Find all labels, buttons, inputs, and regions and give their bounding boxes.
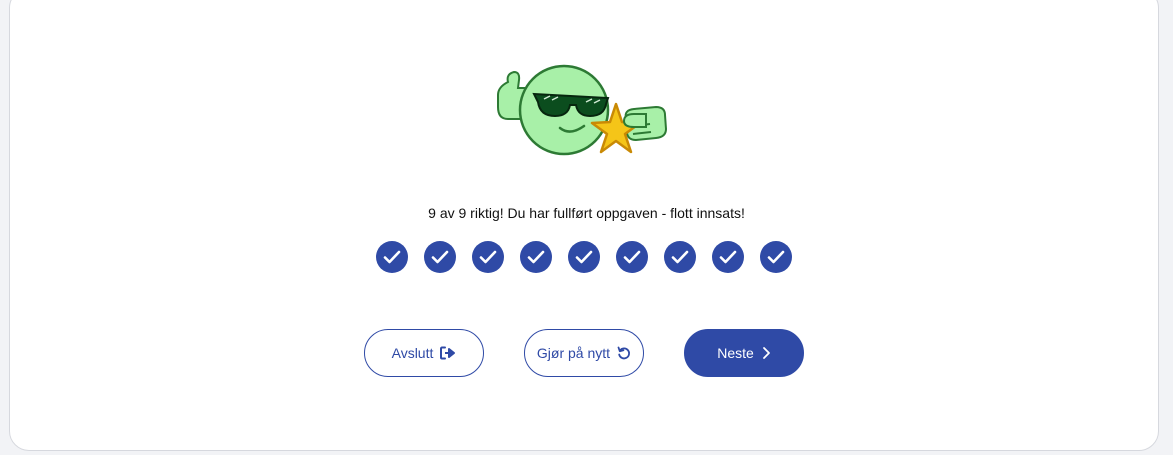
exit-icon bbox=[440, 346, 456, 360]
checkmark-icon bbox=[383, 250, 401, 264]
check-circle bbox=[472, 241, 504, 273]
check-circle bbox=[376, 241, 408, 273]
checkmark-icon bbox=[431, 250, 449, 264]
result-message: 9 av 9 riktig! Du har fullført oppgaven … bbox=[428, 205, 745, 221]
next-button[interactable]: Neste bbox=[684, 329, 804, 377]
check-circle bbox=[760, 241, 792, 273]
checkmark-icon bbox=[479, 250, 497, 264]
check-circle bbox=[664, 241, 696, 273]
checkmark-icon bbox=[719, 250, 737, 264]
check-circle bbox=[520, 241, 552, 273]
checkmark-icon bbox=[623, 250, 641, 264]
quit-button[interactable]: Avslutt bbox=[364, 329, 484, 377]
next-button-label: Neste bbox=[717, 345, 754, 361]
check-circle bbox=[424, 241, 456, 273]
checkmark-icon bbox=[575, 250, 593, 264]
check-circle bbox=[712, 241, 744, 273]
mascot-icon bbox=[497, 64, 668, 156]
retry-button-label: Gjør på nytt bbox=[536, 345, 611, 361]
checkmark-icon bbox=[767, 250, 785, 264]
progress-checks bbox=[376, 241, 792, 273]
check-circle bbox=[568, 241, 600, 273]
checkmark-icon bbox=[671, 250, 689, 264]
check-circle bbox=[616, 241, 648, 273]
retry-icon bbox=[617, 346, 631, 360]
checkmark-icon bbox=[527, 250, 545, 264]
quit-button-label: Avslutt bbox=[391, 345, 434, 361]
retry-button[interactable]: Gjør på nytt bbox=[524, 329, 644, 377]
chevron-right-icon bbox=[761, 346, 771, 360]
